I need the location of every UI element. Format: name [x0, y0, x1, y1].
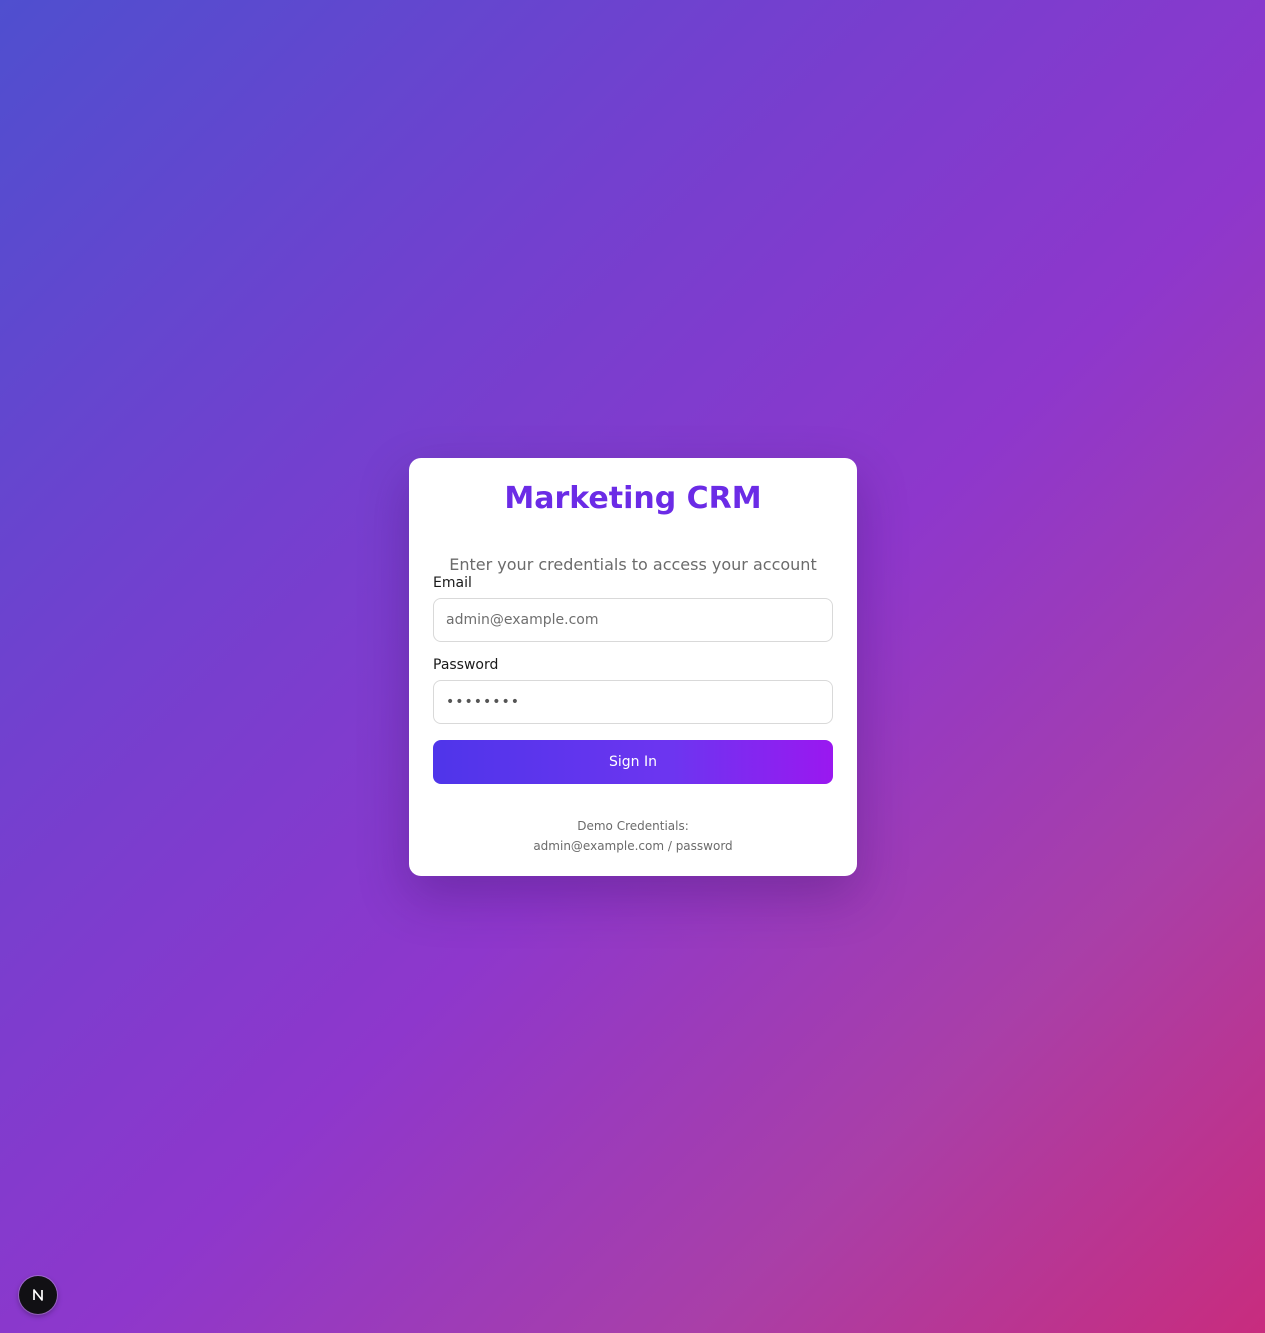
login-subtitle: Enter your credentials to access your ac…	[449, 555, 817, 574]
password-field[interactable]	[433, 680, 833, 724]
nextjs-dev-indicator-button[interactable]	[19, 1276, 57, 1314]
app-title: Marketing CRM	[504, 481, 762, 516]
email-label: Email	[433, 575, 472, 591]
sign-in-button[interactable]: Sign In	[433, 740, 833, 784]
nextjs-logo-icon	[33, 1289, 43, 1301]
email-field[interactable]	[433, 598, 833, 642]
password-label: Password	[433, 657, 499, 673]
demo-credentials-heading: Demo Credentials:	[577, 819, 689, 833]
demo-credentials: Demo Credentials: admin@example.com / pa…	[409, 816, 857, 856]
login-card: Marketing CRM Enter your credentials to …	[409, 458, 857, 876]
demo-credentials-value: admin@example.com / password	[533, 839, 733, 853]
